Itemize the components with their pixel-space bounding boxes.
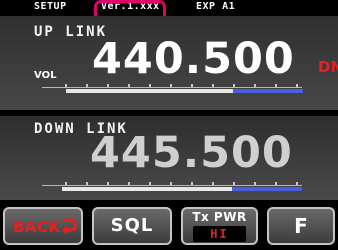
function-button-label: F — [294, 214, 308, 238]
meter-tick — [65, 84, 67, 87]
tx-power-button[interactable]: Tx PWR HI — [181, 207, 258, 245]
down-link-frequency: 445.500 — [90, 128, 293, 178]
back-button[interactable]: BACK — [3, 207, 83, 245]
sql-button-label: SQL — [110, 215, 154, 236]
up-link-meter-scale — [42, 87, 302, 88]
up-link-panel[interactable]: UP LINK 440.500 DN VOL — [0, 16, 338, 110]
meter-tick — [170, 182, 172, 185]
meter-tick — [296, 84, 298, 87]
meter-tick — [86, 182, 88, 185]
back-button-label: BACK — [13, 218, 61, 236]
setup-mode-label: SETUP — [34, 1, 67, 12]
tx-power-label: Tx PWR — [192, 210, 247, 224]
exp-label: EXP A1 — [196, 1, 236, 12]
return-arrow-icon — [62, 218, 77, 235]
meter-tick — [191, 182, 193, 185]
down-link-panel[interactable]: DOWN LINK 445.500 — [0, 116, 338, 200]
meter-tick — [107, 84, 109, 87]
meter-tick — [191, 84, 193, 87]
status-bar: SETUP Ver.1.xxx EXP A1 — [0, 0, 338, 16]
meter-tick — [212, 182, 214, 185]
meter-tick — [275, 84, 277, 87]
down-link-meter-bar — [62, 187, 232, 191]
meter-tick — [170, 84, 172, 87]
meter-tick — [254, 84, 256, 87]
meter-tick — [212, 84, 214, 87]
meter-tick — [107, 182, 109, 185]
down-link-meter-scale — [42, 185, 302, 186]
meter-tick — [149, 84, 151, 87]
meter-tick — [296, 182, 298, 185]
function-button[interactable]: F — [267, 207, 335, 245]
meter-tick — [275, 182, 277, 185]
vol-label: VOL — [34, 70, 57, 81]
up-link-meter-bar-blue — [233, 89, 303, 93]
radio-screen: SETUP Ver.1.xxx EXP A1 UP LINK 440.500 D… — [0, 0, 338, 250]
tx-power-value-box: HI — [193, 226, 246, 242]
meter-tick — [254, 182, 256, 185]
tx-power-value: HI — [210, 227, 229, 241]
meter-tick — [233, 182, 235, 185]
meter-tick — [128, 84, 130, 87]
meter-tick — [65, 182, 67, 185]
down-link-meter-bar-blue — [232, 187, 302, 191]
soft-key-bar: BACK SQL Tx PWR HI F — [0, 202, 338, 250]
meter-tick — [149, 182, 151, 185]
meter-tick — [233, 84, 235, 87]
meter-tick — [128, 182, 130, 185]
up-link-frequency: 440.500 — [92, 34, 295, 84]
meter-tick — [86, 84, 88, 87]
dn-indicator: DN — [318, 58, 338, 76]
up-link-meter-bar — [66, 89, 233, 93]
sql-button[interactable]: SQL — [92, 207, 172, 245]
